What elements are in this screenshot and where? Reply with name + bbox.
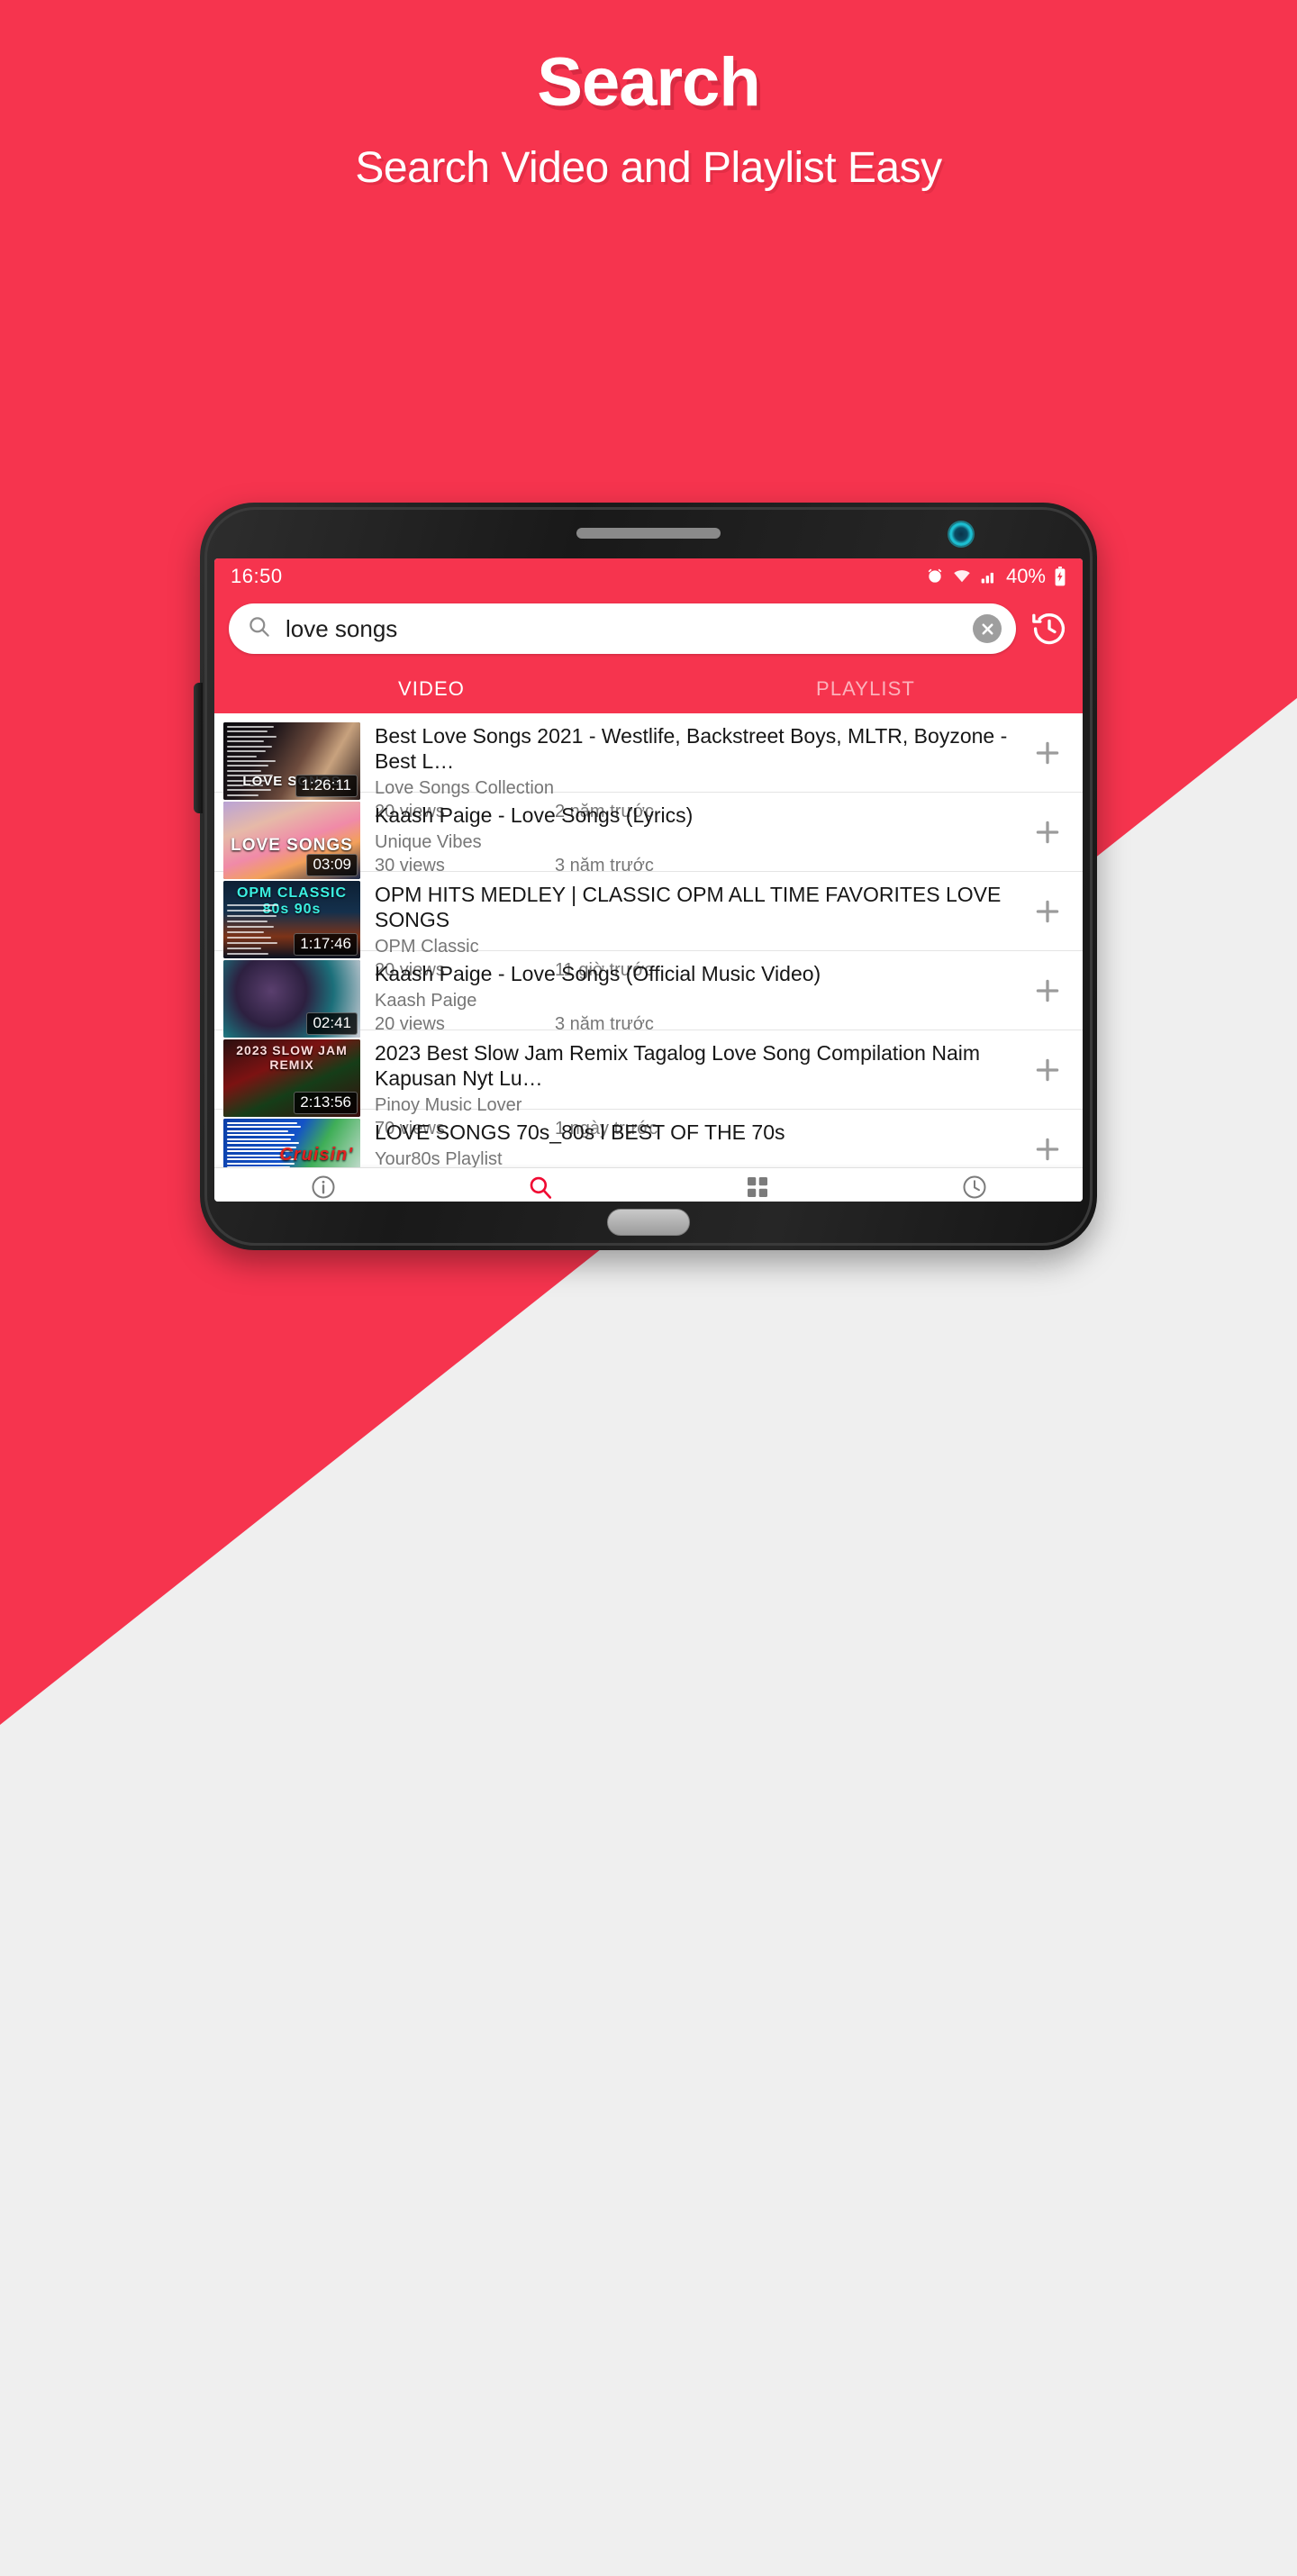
alarm-icon [926,567,944,585]
nav-item-history[interactable]: History [866,1168,1083,1202]
battery-percent-label: 40% [1005,565,1046,587]
info-circle-icon [310,1174,337,1202]
table-row[interactable]: 2023 SLOW JAM REMIX 2:13:56 2023 Best Sl… [214,1030,1083,1138]
bottom-navigation: Info Search [214,1167,1083,1202]
video-duration: 2:13:56 [294,1092,358,1114]
phone-mockup: 16:50 40% love songs VIDEO PLAYLIST LOVE… [194,503,1097,1250]
video-stats: 30 views 3 năm trước [375,856,1023,876]
history-icon[interactable] [1030,610,1068,648]
tab-playlist[interactable]: PLAYLIST [648,665,1083,713]
phone-screen: 16:50 40% love songs VIDEO PLAYLIST LOVE… [214,558,1083,1202]
search-header: love songs [214,594,1083,665]
video-thumbnail[interactable]: LOVE SONGS 03:09 [223,802,360,879]
nav-item-info[interactable]: Info [214,1168,431,1202]
video-title[interactable]: Kaash Paige - Love Songs (Official Music… [375,961,1023,986]
video-thumbnail[interactable]: LOVE SONGS 1:26:11 [223,722,360,800]
video-duration: 1:17:46 [294,933,358,956]
thumb-caption: 2023 SLOW JAM REMIX [236,1043,348,1072]
promo-screenshot: Search Search Video and Playlist Easy 16… [0,0,1297,2576]
promo-title: Search [537,44,761,121]
video-title[interactable]: OPM HITS MEDLEY | CLASSIC OPM ALL TIME F… [375,882,1023,932]
nav-item-category[interactable]: Category [648,1168,866,1202]
promo-header: Search Search Video and Playlist Easy [0,0,1297,193]
video-thumbnail[interactable]: Cruisin' 1:23:46 [223,1119,360,1167]
add-to-playlist-button[interactable] [1023,1134,1072,1165]
phone-home-button[interactable] [607,1209,690,1236]
search-icon [247,614,271,643]
video-meta: Kaash Paige - Love Songs (Official Music… [360,960,1023,1035]
grid-icon [744,1174,771,1202]
search-input[interactable]: love songs [229,603,1016,654]
video-duration: 1:26:11 [295,775,358,797]
video-title[interactable]: 2023 Best Slow Jam Remix Tagalog Love So… [375,1040,1023,1091]
signal-icon [980,567,998,585]
video-channel: OPM Classic [375,937,479,957]
status-time: 16:50 [231,565,283,587]
clock-icon [961,1174,988,1202]
video-views: 20 views [375,1014,445,1035]
video-meta: Kaash Paige - Love Songs (Lyrics) Unique… [360,802,1023,876]
nav-item-search[interactable]: Search [431,1168,648,1202]
table-row[interactable]: LOVE SONGS 03:09 Kaash Paige - Love Song… [214,793,1083,879]
phone-earpiece-speaker [576,528,721,539]
video-channel: Unique Vibes [375,832,482,853]
background-red-shape [0,0,1297,1725]
video-thumbnail[interactable]: OPM CLASSIC 80s 90s 1:17:46 [223,881,360,958]
video-thumbnail[interactable]: 02:41 [223,960,360,1038]
search-input-value[interactable]: love songs [286,615,973,643]
thumb-caption: Cruisin' [279,1145,353,1165]
promo-subtitle: Search Video and Playlist Easy [355,144,942,192]
thumb-caption: LOVE SONGS [231,836,353,855]
clear-icon[interactable] [973,614,1002,643]
table-row[interactable]: 02:41 Kaash Paige - Love Songs (Official… [214,951,1083,1038]
status-bar: 16:50 40% [214,558,1083,594]
video-date: 3 năm trước [555,1014,654,1035]
video-channel: Your80s Playlist [375,1149,503,1167]
phone-side-button[interactable] [194,683,203,813]
add-to-playlist-button[interactable] [1023,975,1072,1006]
video-results-list[interactable]: LOVE SONGS 1:26:11 Best Love Songs 2021 … [214,713,1083,1167]
tab-video[interactable]: VIDEO [214,665,648,713]
table-row[interactable]: Cruisin' 1:23:46 LOVE SONGS 70s_80s l BE… [214,1110,1083,1167]
video-thumbnail[interactable]: 2023 SLOW JAM REMIX 2:13:56 [223,1039,360,1117]
wifi-icon [952,567,972,585]
add-to-playlist-button[interactable] [1023,738,1072,768]
video-duration: 03:09 [306,854,358,876]
video-channel: Kaash Paige [375,991,477,1011]
table-row[interactable]: LOVE SONGS 1:26:11 Best Love Songs 2021 … [214,713,1083,821]
video-stats: 20 views 3 năm trước [375,1014,1023,1035]
video-channel: Pinoy Music Lover [375,1095,522,1116]
add-to-playlist-button[interactable] [1023,896,1072,927]
search-icon [527,1174,554,1202]
phone-front-camera [949,522,973,546]
video-date: 3 năm trước [555,856,654,876]
add-to-playlist-button[interactable] [1023,1055,1072,1085]
table-row[interactable]: OPM CLASSIC 80s 90s 1:17:46 OPM HITS MED… [214,872,1083,980]
video-title[interactable]: Kaash Paige - Love Songs (Lyrics) [375,803,1023,828]
status-icons: 40% [926,565,1066,588]
video-duration: 02:41 [306,1012,358,1035]
tab-bar: VIDEO PLAYLIST [214,665,1083,713]
battery-charging-icon [1054,567,1066,586]
video-title[interactable]: Best Love Songs 2021 - Westlife, Backstr… [375,723,1023,774]
video-title[interactable]: LOVE SONGS 70s_80s l BEST OF THE 70s [375,1120,1023,1145]
video-meta: LOVE SONGS 70s_80s l BEST OF THE 70s You… [360,1119,1023,1167]
video-channel: Love Songs Collection [375,778,555,799]
add-to-playlist-button[interactable] [1023,817,1072,848]
video-views: 30 views [375,856,445,876]
